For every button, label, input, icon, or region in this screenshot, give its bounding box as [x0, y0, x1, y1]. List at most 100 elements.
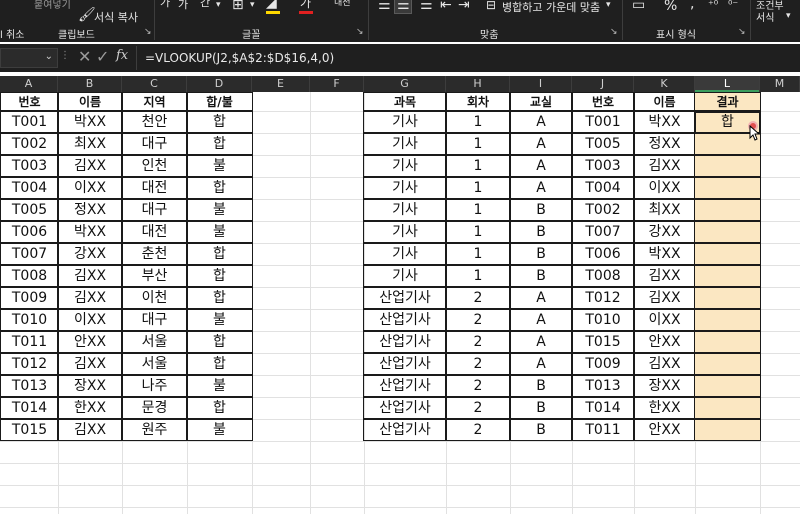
- table-cell[interactable]: 합: [186, 243, 253, 265]
- table-cell[interactable]: 안XX: [633, 419, 696, 441]
- result-cell[interactable]: [694, 419, 761, 441]
- table-cell[interactable]: 1: [445, 177, 511, 199]
- table-cell[interactable]: 대구: [121, 309, 188, 331]
- table-cell[interactable]: 기사: [363, 265, 447, 287]
- table-cell[interactable]: A: [509, 331, 573, 353]
- increase-indent-icon[interactable]: ⇥: [458, 0, 470, 12]
- table-cell[interactable]: T001: [0, 111, 59, 133]
- table-cell[interactable]: T011: [0, 331, 59, 353]
- table-cell[interactable]: 기사: [363, 243, 447, 265]
- table-cell[interactable]: 합: [186, 397, 253, 419]
- table-cell[interactable]: 김XX: [57, 419, 123, 441]
- table-cell[interactable]: T008: [571, 265, 635, 287]
- name-box[interactable]: ⌄: [0, 48, 58, 68]
- column-header-m[interactable]: M: [760, 76, 800, 92]
- column-header-j[interactable]: J: [572, 76, 634, 92]
- table-cell[interactable]: 문경: [121, 397, 188, 419]
- result-cell[interactable]: [694, 177, 761, 199]
- table-cell[interactable]: 산업기사: [363, 287, 447, 309]
- table-cell[interactable]: 김XX: [633, 265, 696, 287]
- table-cell[interactable]: 합: [186, 133, 253, 155]
- formula-input[interactable]: =VLOOKUP(J2,$A$2:$D$16,4,0): [136, 46, 796, 70]
- increase-decimal-icon[interactable]: ⁺⁰: [708, 0, 718, 12]
- table-cell[interactable]: 부산: [121, 265, 188, 287]
- table-cell[interactable]: 최XX: [633, 199, 696, 221]
- left-table-header[interactable]: 지역: [121, 92, 188, 111]
- table-cell[interactable]: B: [509, 199, 573, 221]
- drag-handle-icon[interactable]: ⋮: [60, 50, 70, 61]
- table-cell[interactable]: 서울: [121, 331, 188, 353]
- align-center-icon[interactable]: ☰: [397, 0, 410, 12]
- table-cell[interactable]: 1: [445, 111, 511, 133]
- table-cell[interactable]: T013: [0, 375, 59, 397]
- table-cell[interactable]: 2: [445, 331, 511, 353]
- table-cell[interactable]: 합: [186, 287, 253, 309]
- result-cell[interactable]: [694, 221, 761, 243]
- table-cell[interactable]: 1: [445, 155, 511, 177]
- table-cell[interactable]: 강XX: [633, 221, 696, 243]
- right-table-header[interactable]: 과목: [363, 92, 447, 111]
- result-cell[interactable]: [694, 331, 761, 353]
- table-cell[interactable]: 박XX: [57, 221, 123, 243]
- table-cell[interactable]: 산업기사: [363, 397, 447, 419]
- clipboard-launcher-icon[interactable]: ↘: [144, 27, 152, 37]
- table-cell[interactable]: T005: [571, 133, 635, 155]
- table-cell[interactable]: A: [509, 133, 573, 155]
- table-cell[interactable]: 이XX: [633, 177, 696, 199]
- table-cell[interactable]: 정XX: [57, 199, 123, 221]
- table-cell[interactable]: 나주: [121, 375, 188, 397]
- table-cell[interactable]: A: [509, 111, 573, 133]
- table-cell[interactable]: B: [509, 419, 573, 441]
- table-cell[interactable]: 산업기사: [363, 419, 447, 441]
- left-table-header[interactable]: 합/불: [186, 92, 253, 111]
- table-cell[interactable]: T009: [571, 353, 635, 375]
- table-cell[interactable]: A: [509, 353, 573, 375]
- table-cell[interactable]: T009: [0, 287, 59, 309]
- table-cell[interactable]: T007: [571, 221, 635, 243]
- column-header-d[interactable]: D: [187, 76, 252, 92]
- table-cell[interactable]: 이XX: [57, 177, 123, 199]
- result-cell[interactable]: [694, 287, 761, 309]
- phonetic-icon[interactable]: 내천: [334, 0, 351, 10]
- format-painter-button[interactable]: 서식 복사: [94, 9, 138, 25]
- right-table-header[interactable]: 결과: [694, 92, 761, 111]
- table-cell[interactable]: T004: [0, 177, 59, 199]
- table-cell[interactable]: 2: [445, 375, 511, 397]
- table-cell[interactable]: 2: [445, 353, 511, 375]
- table-cell[interactable]: 김XX: [57, 353, 123, 375]
- table-cell[interactable]: 박XX: [57, 111, 123, 133]
- decrease-decimal-icon[interactable]: ⁰⁻: [728, 0, 738, 12]
- table-cell[interactable]: T015: [571, 331, 635, 353]
- table-cell[interactable]: 기사: [363, 133, 447, 155]
- table-cell[interactable]: T004: [571, 177, 635, 199]
- result-cell[interactable]: [694, 375, 761, 397]
- table-cell[interactable]: 기사: [363, 155, 447, 177]
- table-cell[interactable]: 춘천: [121, 243, 188, 265]
- table-cell[interactable]: 불: [186, 309, 253, 331]
- table-cell[interactable]: 강XX: [57, 243, 123, 265]
- column-header-l[interactable]: L: [695, 76, 760, 92]
- table-cell[interactable]: 장XX: [633, 375, 696, 397]
- table-cell[interactable]: 한XX: [57, 397, 123, 419]
- column-header-c[interactable]: C: [122, 76, 187, 92]
- table-cell[interactable]: 안XX: [633, 331, 696, 353]
- table-cell[interactable]: A: [509, 309, 573, 331]
- table-cell[interactable]: 김XX: [57, 265, 123, 287]
- table-cell[interactable]: T001: [571, 111, 635, 133]
- column-header-i[interactable]: I: [510, 76, 572, 92]
- bold-icon[interactable]: 가: [160, 0, 170, 10]
- table-cell[interactable]: 이천: [121, 287, 188, 309]
- table-cell[interactable]: 불: [186, 199, 253, 221]
- table-cell[interactable]: T010: [0, 309, 59, 331]
- table-cell[interactable]: B: [509, 221, 573, 243]
- table-cell[interactable]: T014: [571, 397, 635, 419]
- align-right-icon[interactable]: ☰: [420, 0, 433, 12]
- table-cell[interactable]: 1: [445, 221, 511, 243]
- table-cell[interactable]: T002: [571, 199, 635, 221]
- table-cell[interactable]: B: [509, 375, 573, 397]
- table-cell[interactable]: 김XX: [633, 287, 696, 309]
- table-cell[interactable]: B: [509, 265, 573, 287]
- table-cell[interactable]: T011: [571, 419, 635, 441]
- font-launcher-icon[interactable]: ↘: [356, 27, 364, 37]
- column-header-a[interactable]: A: [0, 76, 58, 92]
